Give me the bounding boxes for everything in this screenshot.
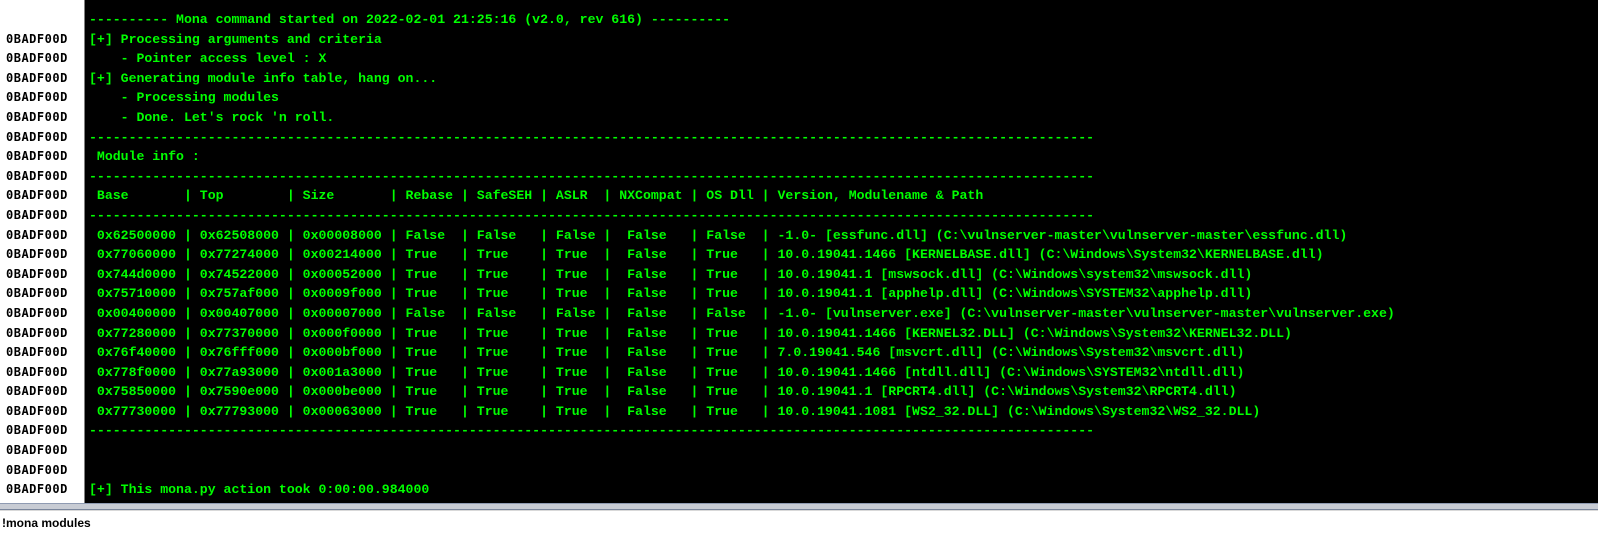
log-row[interactable]: 0BADF00D [+] This mona.py action took 0:0…	[0, 480, 1598, 500]
row-message: 0x00400000 | 0x00407000 | 0x00007000 | F…	[89, 305, 1395, 321]
log-row[interactable]: 0BADF00D - Processing modules	[0, 88, 1598, 108]
log-row[interactable]: 0BADF00D 0x75850000 | 0x7590e000 | 0x000…	[0, 382, 1598, 402]
log-row[interactable]: 0BADF00D 0x62500000 | 0x62508000 | 0x000…	[0, 226, 1598, 246]
row-message: ----------------------------------------…	[89, 423, 1095, 439]
row-message: Base | Top | Size | Rebase | SafeSEH | A…	[89, 188, 984, 204]
row-address: 0BADF00D	[6, 403, 68, 418]
log-row[interactable]: 0BADF00D 0x00400000 | 0x00407000 | 0x000…	[0, 304, 1598, 324]
row-message: 0x76f40000 | 0x76fff000 | 0x000bf000 | T…	[89, 345, 1245, 361]
row-message: [+] Processing arguments and criteria	[89, 31, 382, 47]
row-address: 0BADF00D	[6, 90, 68, 105]
row-message: 0x75710000 | 0x757af000 | 0x0009f000 | T…	[89, 286, 1253, 302]
row-address: 0BADF00D	[6, 443, 68, 458]
row-address: 0BADF00D	[6, 482, 68, 497]
resize-splitter[interactable]	[0, 503, 1598, 510]
row-message: ----------------------------------------…	[89, 207, 1095, 223]
log-row[interactable]: 0BADF00D 0x76f40000 | 0x76fff000 | 0x000…	[0, 343, 1598, 363]
row-address: 0BADF00D	[6, 70, 68, 85]
row-address: 0BADF00D	[6, 168, 68, 183]
row-message: - Processing modules	[89, 90, 279, 106]
row-address: 0BADF00D	[6, 51, 68, 66]
log-row[interactable]: 0BADF00D 0x75710000 | 0x757af000 | 0x000…	[0, 284, 1598, 304]
log-row[interactable]: 0BADF00D --------------------------------…	[0, 128, 1598, 148]
row-message: - Done. Let's rock 'n roll.	[89, 109, 335, 125]
row-message: 0x77730000 | 0x77793000 | 0x00063000 | T…	[89, 403, 1261, 419]
log-row[interactable]: 0BADF00D 0x77730000 | 0x77793000 | 0x000…	[0, 402, 1598, 422]
command-bar	[0, 510, 1598, 541]
row-address: 0BADF00D	[6, 266, 68, 281]
log-row[interactable]: 0BADF00D [+] Processing arguments and cri…	[0, 30, 1598, 50]
row-message: 0x75850000 | 0x7590e000 | 0x000be000 | T…	[89, 384, 1237, 400]
log-row[interactable]: 0BADF00D 0x778f0000 | 0x77a93000 | 0x001…	[0, 363, 1598, 383]
row-message: 0x62500000 | 0x62508000 | 0x00008000 | F…	[89, 227, 1348, 243]
row-address: 0BADF00D	[6, 305, 68, 320]
log-row[interactable]: 0BADF00D 0x744d0000 | 0x74522000 | 0x000…	[0, 265, 1598, 285]
row-message: [+] This mona.py action took 0:00:00.984…	[89, 482, 430, 498]
row-address: 0BADF00D	[6, 423, 68, 438]
row-address: 0BADF00D	[6, 149, 68, 164]
row-message: ----------------------------------------…	[89, 129, 1095, 145]
log-row[interactable]: 0BADF00D 0x77060000 | 0x77274000 | 0x002…	[0, 245, 1598, 265]
log-row[interactable]: 0BADF00D	[0, 441, 1598, 461]
row-address: 0BADF00D	[6, 364, 68, 379]
row-message: Module info :	[89, 149, 200, 165]
row-address: 0BADF00D	[6, 188, 68, 203]
log-row[interactable]: 0BADF00D --------------------------------…	[0, 167, 1598, 187]
row-address: 0BADF00D	[6, 384, 68, 399]
row-address: 0BADF00D	[6, 207, 68, 222]
log-row[interactable]: 0BADF00D - Pointer access level : X	[0, 49, 1598, 69]
log-rows: ---------- Mona command started on 2022-…	[0, 10, 1598, 500]
row-message: 0x744d0000 | 0x74522000 | 0x00052000 | T…	[89, 266, 1253, 282]
log-row[interactable]: 0BADF00D 0x77280000 | 0x77370000 | 0x000…	[0, 324, 1598, 344]
row-address: 0BADF00D	[6, 109, 68, 124]
log-row[interactable]: 0BADF00D Module info :	[0, 147, 1598, 167]
log-row[interactable]: ---------- Mona command started on 2022-…	[0, 10, 1598, 30]
row-address: 0BADF00D	[6, 325, 68, 340]
log-row[interactable]: 0BADF00D --------------------------------…	[0, 206, 1598, 226]
log-window[interactable]: ---------- Mona command started on 2022-…	[0, 0, 1598, 503]
row-message: ----------------------------------------…	[89, 168, 1095, 184]
log-row[interactable]: 0BADF00D	[0, 461, 1598, 481]
row-message: 0x77280000 | 0x77370000 | 0x000f0000 | T…	[89, 325, 1292, 341]
row-address: 0BADF00D	[6, 129, 68, 144]
row-message: - Pointer access level : X	[89, 51, 327, 67]
row-address: 0BADF00D	[6, 227, 68, 242]
log-row[interactable]: 0BADF00D - Done. Let's rock 'n roll.	[0, 108, 1598, 128]
row-address: 0BADF00D	[6, 247, 68, 262]
command-input[interactable]	[0, 513, 1592, 533]
log-row[interactable]: 0BADF00D Base | Top | Size | Rebase | Sa…	[0, 186, 1598, 206]
row-message: 0x77060000 | 0x77274000 | 0x00214000 | T…	[89, 247, 1324, 263]
row-address: 0BADF00D	[6, 286, 68, 301]
row-address: 0BADF00D	[6, 31, 68, 46]
log-row[interactable]: 0BADF00D --------------------------------…	[0, 421, 1598, 441]
row-message: 0x778f0000 | 0x77a93000 | 0x001a3000 | T…	[89, 364, 1245, 380]
row-address: 0BADF00D	[6, 462, 68, 477]
row-address: 0BADF00D	[6, 345, 68, 360]
row-message: ---------- Mona command started on 2022-…	[89, 12, 731, 27]
log-row[interactable]: 0BADF00D [+] Generating module info table…	[0, 69, 1598, 89]
row-message: [+] Generating module info table, hang o…	[89, 70, 438, 86]
